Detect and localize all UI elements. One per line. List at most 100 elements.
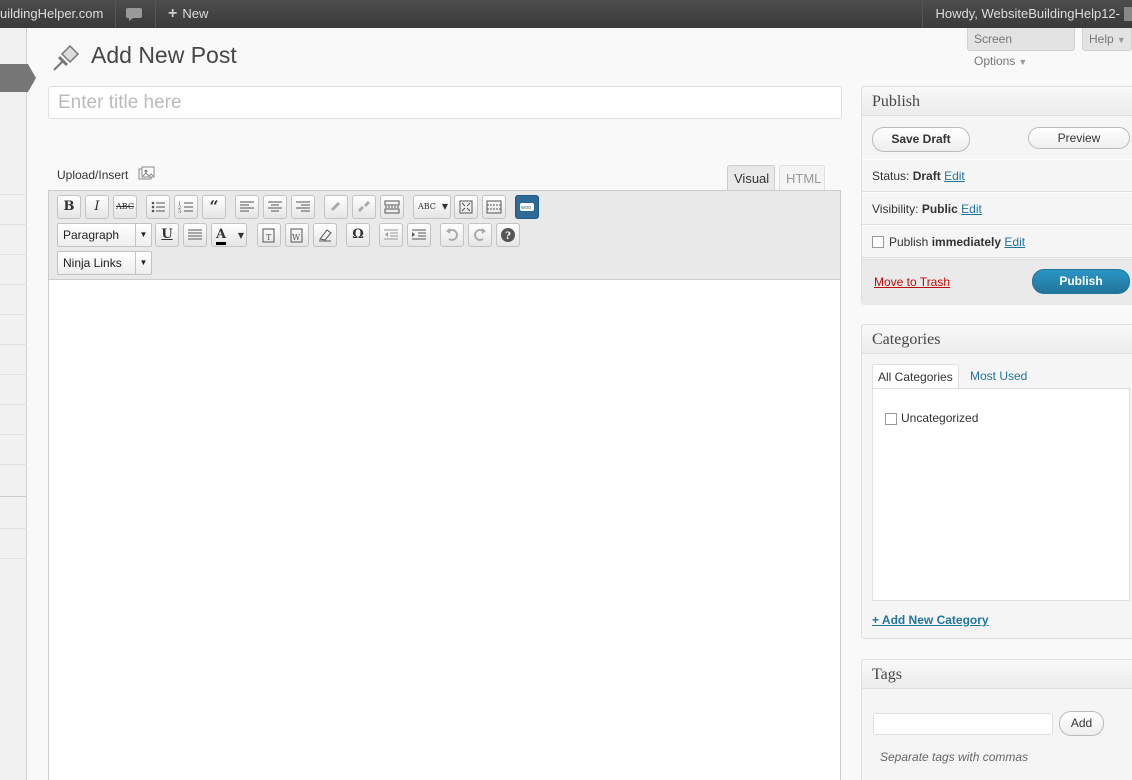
save-draft-button[interactable]: Save Draft [872,127,970,152]
category-checklist: Uncategorized [872,388,1130,601]
menu-item-current[interactable] [0,64,28,92]
howdy-account-menu[interactable]: Howdy, WebsiteBuildingHelp12- [935,0,1120,28]
edit-status-link[interactable]: Edit [944,169,965,183]
spellcheck-icon[interactable]: ABC ▼ [413,195,451,219]
admin-menu [0,28,28,780]
chevron-down-icon: ▼ [441,202,448,211]
menu-divider [0,224,27,225]
triangle-down-icon: ▼ [1116,35,1126,45]
tags-heading: Tags [862,660,1132,689]
redo-icon[interactable] [468,223,492,247]
align-left-icon[interactable] [235,195,259,219]
tab-all-categories[interactable]: All Categories [872,364,959,389]
admin-bar-separator [155,0,156,28]
add-new-category-link[interactable]: + Add New Category [872,613,989,627]
help-label: Help [1089,32,1114,46]
add-media-icon[interactable] [137,166,155,182]
fullscreen-icon[interactable] [454,195,478,219]
screen-options-label: Screen Options [974,32,1016,68]
paste-word-icon[interactable]: W [285,223,309,247]
tags-hint: Separate tags with commas [880,750,1029,764]
more-tag-icon[interactable] [380,195,404,219]
format-select-value: Paragraph [63,228,120,242]
tag-input[interactable] [873,713,1053,735]
post-status-row: Status: Draft Edit [862,159,1132,192]
current-menu-arrow [28,64,36,92]
svg-text:3: 3 [178,209,181,215]
avatar[interactable] [1124,7,1132,21]
help-icon[interactable]: ? [496,223,520,247]
menu-divider [0,464,27,465]
woo-icon[interactable]: woo [515,195,539,219]
special-char-icon[interactable]: Ω [346,223,370,247]
svg-text:woo: woo [521,205,531,211]
clear-format-icon[interactable] [313,223,337,247]
visibility-row: Visibility: Public Edit [862,192,1132,225]
unlink-icon[interactable] [352,195,376,219]
site-name-link[interactable]: uildingHelper.com [0,0,103,28]
menu-divider [0,528,27,529]
menu-divider [0,496,27,497]
page-title: Add New Post [91,42,237,68]
admin-bar: uildingHelper.com + New Howdy, WebsiteBui… [0,0,1132,28]
format-select[interactable]: Paragraph ▼ [57,223,152,247]
screen-options-button[interactable]: Screen Options ▼ [967,28,1075,68]
publish-button[interactable]: Publish [1032,269,1130,294]
chevron-down-icon: ▼ [135,224,151,246]
svg-text:W: W [292,233,301,242]
new-content-menu[interactable]: + New [168,0,208,28]
align-center-icon[interactable] [263,195,287,219]
status-label: Status: [872,169,910,183]
triangle-down-icon: ▼ [1018,57,1028,67]
move-to-trash-link[interactable]: Move to Trash [874,275,950,289]
menu-divider [0,558,27,559]
visibility-label: Visibility: [872,202,919,216]
menu-divider [0,254,27,255]
menu-divider [0,344,27,345]
category-checkbox[interactable] [885,413,897,425]
publish-time-value: immediately [931,235,1002,249]
chevron-down-icon: ▼ [135,252,151,274]
text-color-icon[interactable]: A ▼ [211,223,247,247]
tags-box: Tags Add Separate tags with commas [861,659,1132,780]
add-tag-button[interactable]: Add [1059,711,1104,736]
paste-text-icon[interactable]: T [257,223,281,247]
menu-divider [0,404,27,405]
comments-icon[interactable] [126,0,146,28]
justify-icon[interactable] [183,223,207,247]
tab-html[interactable]: HTML [779,165,825,191]
link-icon[interactable] [324,195,348,219]
italic-icon[interactable]: I [85,195,109,219]
upload-insert-label: Upload/Insert [57,168,129,182]
menu-divider [0,314,27,315]
ninja-links-select[interactable]: Ninja Links ▼ [57,251,152,275]
undo-icon[interactable] [440,223,464,247]
edit-publish-time-link[interactable]: Edit [1004,235,1025,249]
edit-visibility-link[interactable]: Edit [961,202,982,216]
editor-content-area[interactable] [49,280,840,780]
menu-divider [0,434,27,435]
bold-icon[interactable]: B [57,195,81,219]
publish-time-row: Publish immediately Edit [862,225,1132,258]
admin-bar-separator [115,0,116,28]
status-value: Draft [912,169,941,183]
kitchen-sink-icon[interactable] [482,195,506,219]
bullet-list-icon[interactable] [146,195,170,219]
help-button[interactable]: Help ▼ [1082,28,1132,51]
ninja-links-value: Ninja Links [63,256,122,270]
plus-icon: + [168,5,178,22]
blockquote-icon[interactable]: “ [202,195,226,219]
align-right-icon[interactable] [291,195,315,219]
admin-bar-separator [922,0,923,28]
tab-most-used[interactable]: Most Used [965,364,1032,389]
indent-icon[interactable] [407,223,431,247]
tab-visual[interactable]: Visual [727,165,775,191]
numbered-list-icon[interactable]: 123 [174,195,198,219]
strikethrough-icon[interactable]: ABC [113,195,137,219]
menu-divider [0,284,27,285]
outdent-icon[interactable] [379,223,403,247]
categories-heading: Categories [862,325,1132,354]
preview-button[interactable]: Preview [1028,127,1130,149]
post-title-input[interactable]: Enter title here [48,86,842,119]
underline-icon[interactable]: U [155,223,179,247]
